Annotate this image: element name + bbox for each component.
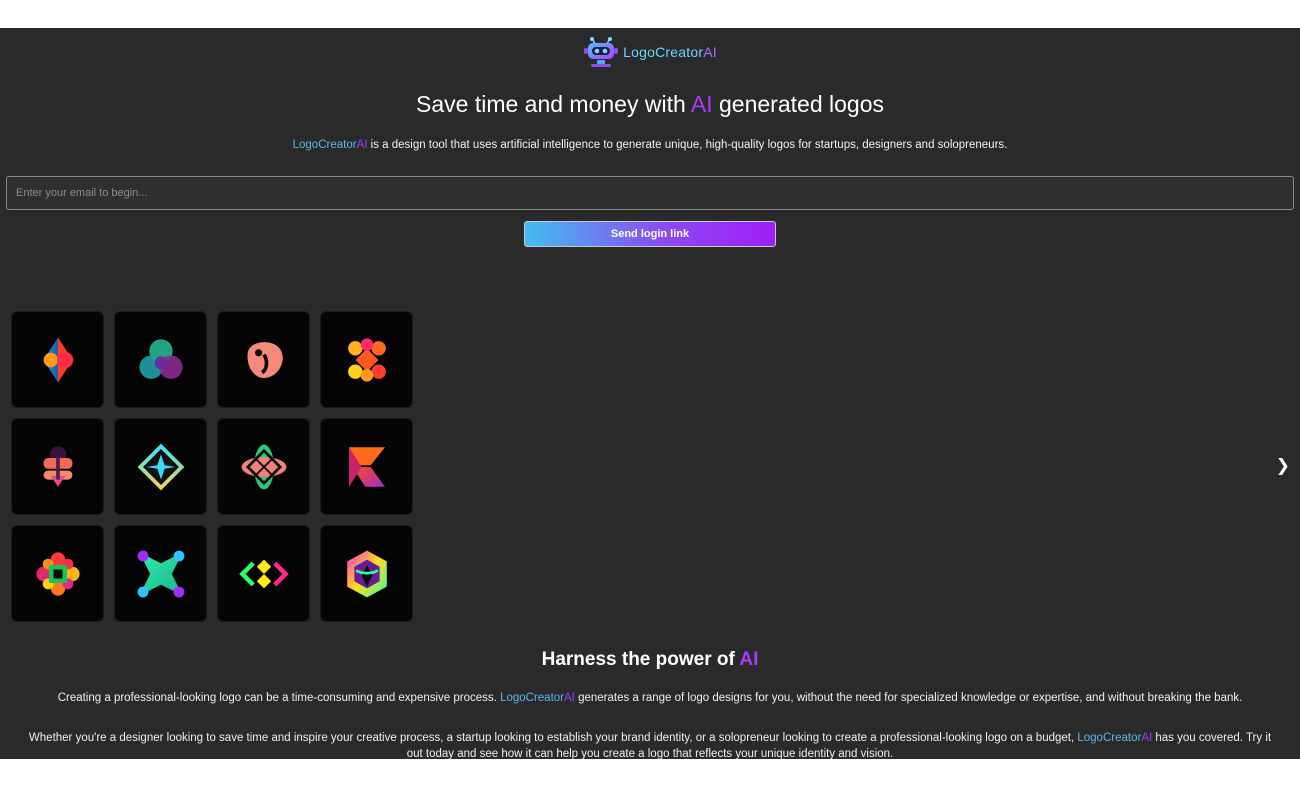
carousel-next-arrow-icon[interactable]: ❯ — [1276, 457, 1290, 474]
section-paragraph-1: Creating a professional-looking logo can… — [0, 692, 1300, 704]
green-lattice-logo-icon — [241, 444, 286, 489]
rainbow-knot-logo-icon — [346, 550, 387, 597]
header-brand[interactable]: LogoCreatorAI — [0, 36, 1300, 68]
logo-tile[interactable] — [114, 525, 207, 622]
email-input[interactable] — [6, 176, 1294, 210]
p2-brand-ai: AI — [1141, 732, 1153, 744]
logo-tile[interactable] — [217, 418, 310, 515]
headline-text-end: generated logos — [712, 91, 884, 117]
logo-tile[interactable] — [11, 525, 104, 622]
logo-tile[interactable] — [217, 525, 310, 622]
green-star-logo-icon — [137, 550, 184, 597]
headline-text-start: Save time and money with — [416, 91, 691, 117]
logo-tile[interactable] — [217, 311, 310, 408]
orange-k-logo-icon — [348, 446, 385, 487]
page: LogoCreatorAI Save time and money with A… — [0, 28, 1300, 759]
p1-text-start: Creating a professional-looking logo can… — [57, 692, 501, 704]
headline-ai-accent: AI — [690, 91, 713, 117]
brand-ai: AI — [703, 44, 717, 60]
neon-chevrons-logo-icon — [238, 559, 289, 588]
cyan-diamond-logo-icon — [137, 443, 184, 490]
robot-logo-icon — [584, 37, 619, 67]
p2-text-start: Whether you're a designer looking to sav… — [28, 732, 1078, 744]
orange-cluster-logo-icon — [347, 337, 386, 382]
subtitle-brand-ai: AI — [356, 139, 368, 151]
triple-circle-logo-icon — [138, 338, 183, 379]
brand-main: LogoCreator — [623, 44, 704, 60]
p2-brand: LogoCreator — [1077, 732, 1142, 744]
section-title: Harness the power of AI — [0, 649, 1300, 671]
subtitle-text: is a design tool that uses artificial in… — [367, 139, 1008, 151]
pebble-logo-icon — [247, 341, 283, 378]
brand-name: LogoCreatorAI — [623, 44, 717, 60]
p1-brand-ai: AI — [564, 692, 575, 704]
subtitle-brand: LogoCreator — [292, 139, 357, 151]
section-paragraph-2: Whether you're a designer looking to sav… — [20, 730, 1280, 759]
logo-tile[interactable] — [320, 418, 413, 515]
logo-tile[interactable] — [114, 418, 207, 515]
send-login-link-button[interactable]: Send login link — [524, 221, 776, 247]
p1-text-end: generates a range of logo designs for yo… — [574, 692, 1243, 704]
flower-logo-icon — [35, 551, 80, 596]
logo-gallery — [11, 311, 413, 622]
logo-tile[interactable] — [11, 418, 104, 515]
logo-tile[interactable] — [320, 525, 413, 622]
logo-tile[interactable] — [11, 311, 104, 408]
section-title-text: Harness the power of — [541, 649, 740, 670]
logo-tile[interactable] — [320, 311, 413, 408]
split-drop-logo-icon — [43, 337, 73, 382]
logo-tile[interactable] — [114, 311, 207, 408]
p1-brand: LogoCreator — [500, 692, 564, 704]
section-title-ai: AI — [739, 649, 759, 670]
hero-subtitle: LogoCreatorAI is a design tool that uses… — [0, 139, 1300, 151]
hero-headline: Save time and money with AI generated lo… — [0, 91, 1300, 118]
coral-shield-logo-icon — [43, 445, 72, 487]
